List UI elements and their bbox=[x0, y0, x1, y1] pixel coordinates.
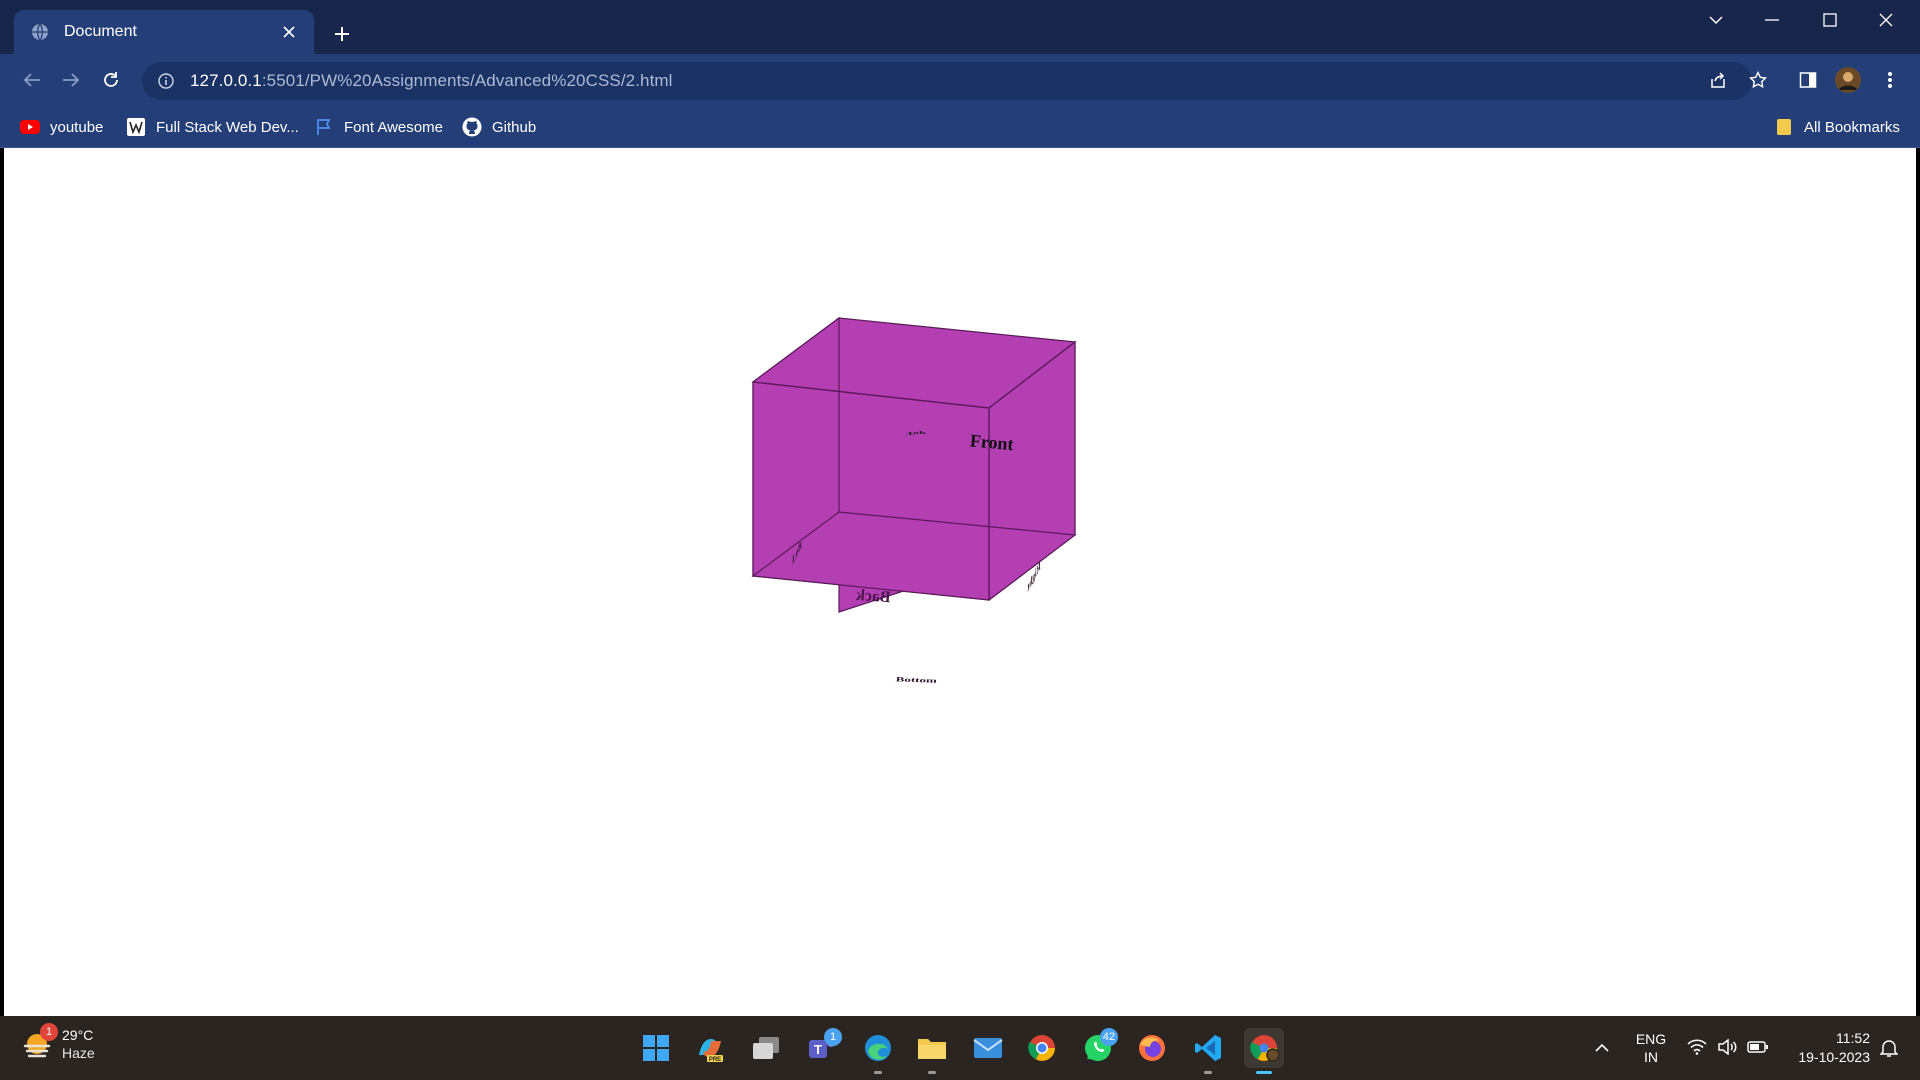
flag-icon bbox=[314, 117, 334, 137]
url-host: 127.0.0.1 bbox=[190, 71, 262, 90]
show-hidden-icons-chevron-icon[interactable] bbox=[1588, 1028, 1616, 1068]
mail-icon[interactable] bbox=[968, 1028, 1008, 1068]
language-indicator[interactable]: ENG IN bbox=[1628, 1028, 1674, 1068]
close-window-icon[interactable] bbox=[1866, 6, 1906, 34]
start-icon[interactable] bbox=[636, 1028, 676, 1068]
cube-face-front bbox=[752, 381, 990, 601]
all-bookmarks-folder[interactable]: All Bookmarks bbox=[1774, 114, 1900, 140]
bookmark-full-stack[interactable]: Full Stack Web Dev... bbox=[126, 114, 299, 140]
bookmark-youtube[interactable]: youtube bbox=[20, 114, 103, 140]
clock[interactable]: 11:52 19-10-2023 bbox=[1782, 1028, 1870, 1068]
weather-badge: 1 bbox=[40, 1023, 58, 1041]
url-path: :5501/PW%20Assignments/Advanced%20CSS/2.… bbox=[261, 71, 673, 90]
taskbar: 1 29°C Haze PRE T 1 42 ENG IN 11:52 19-1… bbox=[0, 1016, 1920, 1080]
cube-label-back: Back bbox=[855, 587, 891, 606]
chrome-icon[interactable] bbox=[1022, 1028, 1062, 1068]
minimize-icon[interactable] bbox=[1752, 6, 1792, 34]
battery-icon bbox=[1747, 1040, 1769, 1057]
system-tray-quick-settings[interactable] bbox=[1684, 1028, 1772, 1068]
github-icon bbox=[462, 117, 482, 137]
explorer-running-indicator bbox=[928, 1071, 936, 1074]
browser-toolbar: 127.0.0.1:5501/PW%20Assignments/Advanced… bbox=[0, 54, 1920, 106]
edge-icon[interactable] bbox=[858, 1028, 898, 1074]
cube-label-front: Front bbox=[969, 430, 1014, 454]
bookmarks-bar: youtube Full Stack Web Dev... Font Aweso… bbox=[0, 106, 1920, 148]
profile-avatar[interactable] bbox=[1832, 64, 1864, 96]
whatsapp-badge: 42 bbox=[1099, 1028, 1118, 1046]
close-tab-icon[interactable] bbox=[278, 21, 300, 43]
cube-label-top: Top bbox=[906, 431, 926, 436]
address-bar[interactable]: 127.0.0.1:5501/PW%20Assignments/Advanced… bbox=[142, 62, 1752, 100]
forward-icon[interactable] bbox=[55, 64, 87, 96]
tab-document[interactable]: Document bbox=[14, 10, 314, 54]
side-panel-icon[interactable] bbox=[1792, 64, 1824, 96]
all-bookmarks-label: All Bookmarks bbox=[1804, 118, 1900, 136]
site-info-icon[interactable] bbox=[156, 71, 176, 91]
teams-badge: 1 bbox=[824, 1028, 842, 1046]
back-icon[interactable] bbox=[16, 64, 48, 96]
clock-date: 19-10-2023 bbox=[1798, 1049, 1870, 1065]
wifi-icon bbox=[1687, 1038, 1707, 1058]
vscode-running-indicator bbox=[1204, 1071, 1212, 1074]
weather-widget[interactable]: 1 29°C Haze bbox=[20, 1023, 95, 1062]
firefox-icon[interactable] bbox=[1132, 1028, 1172, 1068]
cube-scene: Top Front Left Back Right Bottom bbox=[751, 316, 1077, 685]
menu-icon[interactable] bbox=[1874, 64, 1906, 96]
tab-strip: Document bbox=[0, 0, 1920, 54]
page-viewport: Top Front Left Back Right Bottom bbox=[4, 148, 1916, 1016]
cube-label-bottom: Bottom bbox=[895, 676, 938, 684]
new-tab-button[interactable] bbox=[326, 18, 358, 50]
svg-text:T: T bbox=[814, 1042, 822, 1057]
site-icon bbox=[126, 117, 146, 137]
weather-temp: 29°C bbox=[62, 1027, 94, 1043]
bookmark-label: youtube bbox=[50, 118, 104, 136]
tab-search-icon[interactable] bbox=[1696, 6, 1736, 34]
lang-code: ENG bbox=[1635, 1031, 1667, 1047]
tab-title: Document bbox=[64, 23, 137, 40]
task-view-icon[interactable] bbox=[746, 1028, 786, 1068]
clock-time: 11:52 bbox=[1836, 1030, 1870, 1046]
lang-region: IN bbox=[1644, 1049, 1658, 1065]
reload-icon[interactable] bbox=[95, 64, 127, 96]
notification-bell-icon[interactable] bbox=[1874, 1028, 1904, 1068]
bookmark-label: Full Stack Web Dev... bbox=[156, 118, 299, 136]
maximize-icon[interactable] bbox=[1810, 6, 1850, 34]
bookmark-star-icon[interactable] bbox=[1742, 64, 1774, 96]
copilot-icon[interactable]: PRE bbox=[690, 1028, 730, 1068]
haze-sun-icon: 1 bbox=[20, 1023, 58, 1061]
vscode-icon[interactable] bbox=[1188, 1028, 1228, 1074]
globe-icon bbox=[30, 22, 50, 42]
chrome-profile-icon[interactable] bbox=[1244, 1028, 1284, 1074]
youtube-icon bbox=[20, 117, 40, 137]
folder-icon bbox=[1774, 117, 1794, 137]
bookmark-font-awesome[interactable]: Font Awesome bbox=[314, 114, 443, 140]
teams-icon[interactable]: T 1 bbox=[802, 1028, 842, 1068]
file-explorer-icon[interactable] bbox=[912, 1028, 952, 1074]
bookmark-label: Github bbox=[492, 118, 537, 136]
bookmark-label: Font Awesome bbox=[344, 118, 443, 136]
volume-icon bbox=[1717, 1037, 1737, 1058]
weather-condition: Haze bbox=[62, 1045, 95, 1061]
share-icon[interactable] bbox=[1702, 64, 1734, 96]
edge-running-indicator bbox=[874, 1071, 882, 1074]
bookmark-github[interactable]: Github bbox=[462, 114, 536, 140]
url-text: 127.0.0.1:5501/PW%20Assignments/Advanced… bbox=[190, 71, 673, 91]
chrome-active-indicator bbox=[1256, 1071, 1272, 1074]
svg-text:PRE: PRE bbox=[709, 1057, 721, 1063]
whatsapp-icon[interactable]: 42 bbox=[1078, 1028, 1118, 1068]
